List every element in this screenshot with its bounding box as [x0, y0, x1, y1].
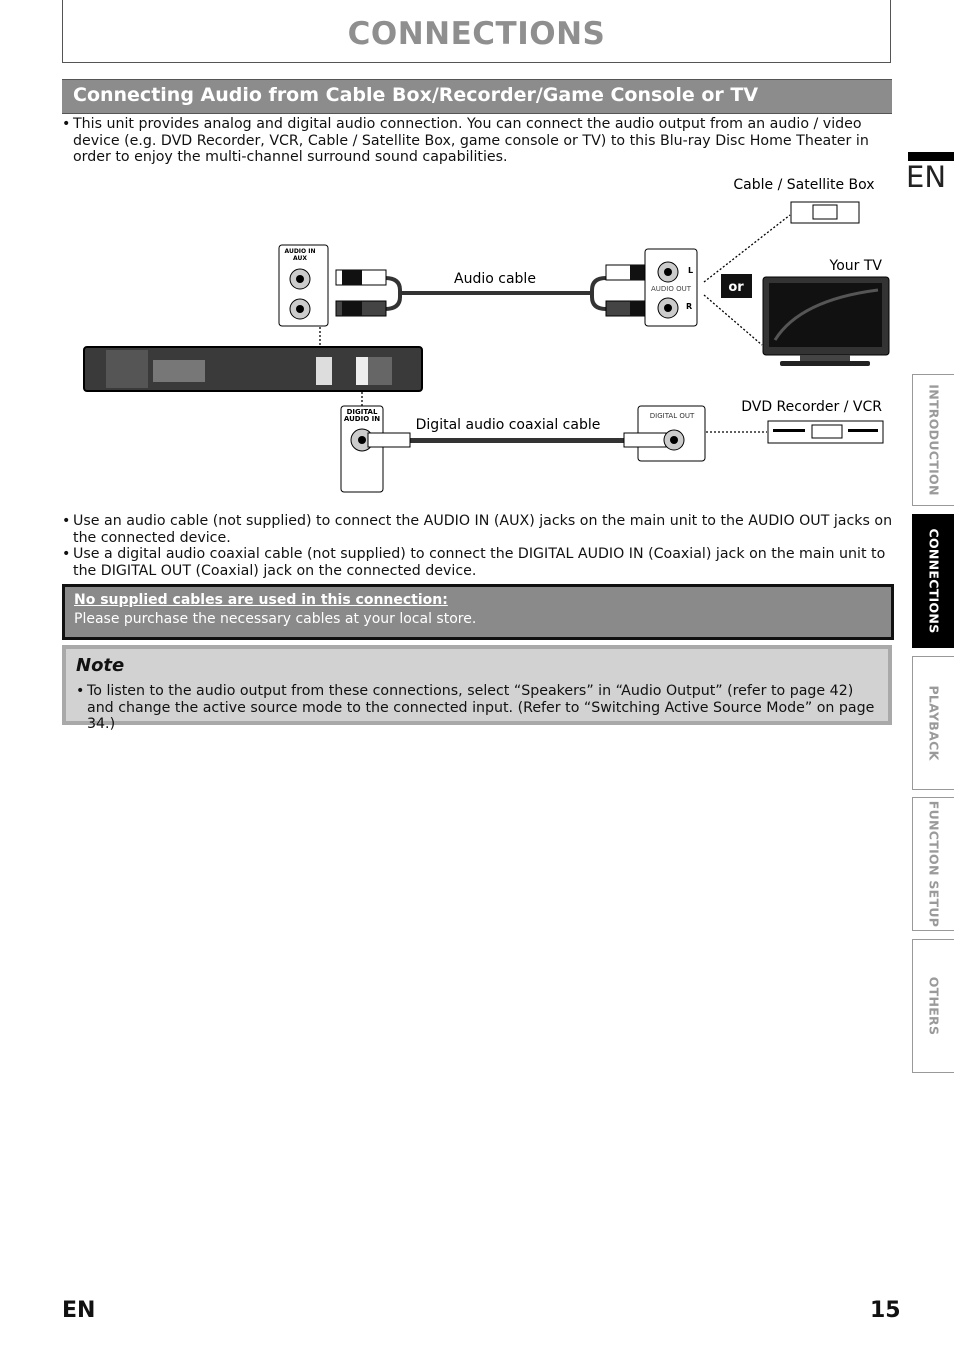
bullet-audio-cable: Use an audio cable (not supplied) to con… [62, 513, 901, 546]
tab-label: OTHERS [926, 976, 942, 1036]
l-label: L [688, 266, 693, 275]
connection-diagram: Cable / Satellite Box Your TV or DVD Rec… [83, 177, 890, 493]
tv-icon [762, 276, 890, 366]
dvd-label: DVD Recorder / VCR [741, 399, 882, 415]
tab-introduction[interactable]: INTRODUCTION [912, 374, 954, 506]
language-tab: EN [906, 160, 947, 194]
dvd-recorder-icon [767, 420, 884, 444]
bullet-coaxial-cable: Use a digital audio coaxial cable (not s… [62, 546, 901, 579]
audio-cable-label: Audio cable [454, 271, 536, 287]
page-number: 15 [870, 1298, 901, 1323]
main-unit-rear [83, 346, 423, 392]
tab-others[interactable]: OTHERS [912, 939, 954, 1073]
audio-out-label: AUDIO OUT [651, 285, 692, 293]
footer-language: EN [62, 1298, 96, 1323]
or-label: or [728, 280, 744, 295]
tab-label: INTRODUCTION [926, 384, 942, 496]
cable-box-label: Cable / Satellite Box [733, 177, 874, 193]
digital-cable-label: Digital audio coaxial cable [416, 417, 601, 433]
warning-body: Please purchase the necessary cables at … [74, 611, 477, 627]
warning-heading: No supplied cables are used in this conn… [74, 592, 448, 608]
tab-label: PLAYBACK [926, 685, 942, 761]
tab-label: FUNCTION SETUP [926, 800, 942, 928]
tv-label: Your TV [829, 258, 883, 274]
tab-label: CONNECTIONS [926, 528, 942, 634]
note-heading: Note [76, 655, 125, 676]
audio-in-label: AUDIO IN [285, 248, 316, 255]
cable-satellite-box [790, 201, 860, 224]
r-label: R [686, 302, 692, 311]
note-box: Note To listen to the audio output from … [62, 645, 892, 732]
digital-out-label: DIGITAL OUT [650, 412, 695, 420]
aux-label: AUX [293, 255, 307, 262]
warning-box: No supplied cables are used in this conn… [62, 584, 894, 640]
note-text: To listen to the audio output from these… [76, 683, 877, 733]
audio-in-digital-label: AUDIO IN [344, 415, 380, 423]
tab-playback[interactable]: PLAYBACK [912, 656, 954, 790]
tab-function-setup[interactable]: FUNCTION SETUP [912, 797, 954, 931]
digital-coaxial-cable [367, 432, 667, 448]
tab-connections[interactable]: CONNECTIONS [912, 514, 954, 648]
